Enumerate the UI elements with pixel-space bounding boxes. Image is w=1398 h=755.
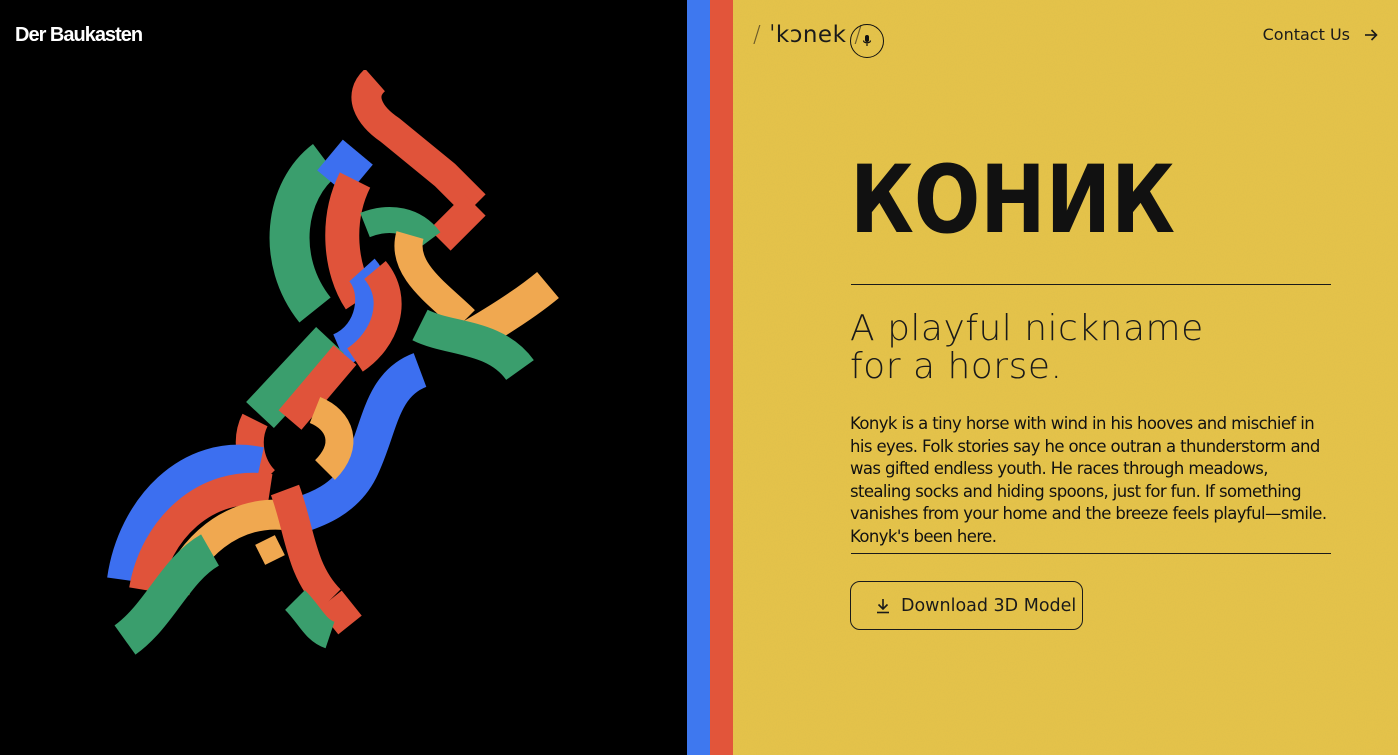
download-3d-model-button[interactable]: Download 3D Model (850, 581, 1083, 630)
description: Konyk is a tiny horse with wind in his h… (850, 414, 1327, 546)
hero-art-panel: Der Baukasten (0, 0, 687, 755)
brand-logo[interactable]: Der Baukasten (15, 24, 143, 47)
horse-sculpture-image (107, 70, 559, 655)
red-stripe (710, 0, 733, 755)
pronunciation: / ˈkɔnek / (753, 22, 863, 48)
subtitle-line-2: for a horse. (850, 346, 1063, 387)
blue-stripe (687, 0, 710, 755)
subtitle-line-1: A playful nickname (850, 308, 1204, 349)
download-icon (877, 598, 889, 613)
content-panel: / ˈkɔnek / Contact Us КОНИК A playful ni… (733, 0, 1398, 755)
subtitle: A playful nickname for a horse. (850, 310, 1204, 386)
download-label: Download 3D Model (901, 595, 1077, 616)
page-title-text: КОНИК (850, 148, 1175, 248)
arrow-right-icon (1365, 28, 1378, 41)
page-title: КОНИК (850, 148, 1175, 248)
microphone-icon (862, 35, 872, 46)
divider-top (851, 284, 1331, 285)
divider-bottom (851, 553, 1331, 554)
contact-us-link[interactable]: Contact Us (1263, 25, 1378, 44)
pronunciation-text: ˈkɔnek (769, 22, 847, 48)
contact-us-label: Contact Us (1262, 25, 1350, 44)
play-pronunciation-button[interactable] (850, 24, 884, 58)
